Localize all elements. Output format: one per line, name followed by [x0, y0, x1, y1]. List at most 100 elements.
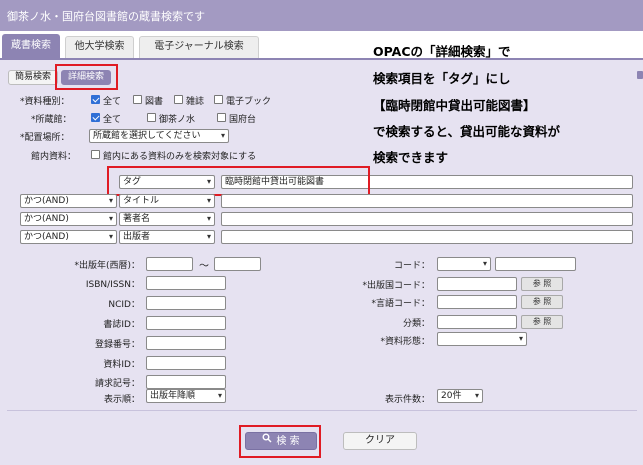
classification-input[interactable] — [437, 315, 517, 329]
side-toggle-button[interactable] — [637, 71, 643, 79]
classification-ref-button[interactable]: 参 照 — [521, 315, 563, 329]
pub-year-separator: 〜 — [199, 261, 209, 272]
in-library-label: 館内資料： — [31, 152, 77, 162]
code-type-select[interactable]: ▾ — [437, 257, 491, 271]
row3-field-value: 著者名 — [123, 214, 151, 224]
classification-label: 分類： — [402, 319, 430, 329]
annotation-line-5: 検索できます — [373, 150, 449, 165]
form-label: *資料形態： — [380, 337, 430, 347]
library-ochanomizu-checkbox[interactable] — [147, 113, 156, 122]
count-select-value: 20件 — [441, 391, 462, 401]
pub-year-label: *出版年(西暦)： — [74, 261, 140, 271]
call-no-label: 請求記号： — [94, 379, 140, 389]
row3-operator-value: かつ(AND) — [24, 214, 69, 224]
in-library-checkbox-label: 館内にある資料のみを検索対象にする — [103, 152, 257, 162]
material-book-label: 図書 — [145, 97, 164, 107]
row3-field-select[interactable]: 著者名 ▾ — [119, 212, 215, 226]
tab-catalog-search[interactable]: 蔵書検索 — [2, 34, 60, 58]
biblio-id-label: 書誌ID： — [103, 320, 140, 330]
in-library-checkbox[interactable] — [91, 150, 100, 159]
chevron-down-icon: ▾ — [518, 334, 523, 343]
annotation-line-3: 【臨時閉館中貸出可能図書】 — [373, 98, 536, 113]
chevron-down-icon: ▾ — [220, 131, 225, 140]
row2-operator-select[interactable]: かつ(AND) ▾ — [20, 194, 117, 208]
chevron-down-icon: ▾ — [108, 214, 113, 223]
divider — [7, 410, 637, 411]
tab-other-university[interactable]: 他大学検索 — [65, 36, 134, 58]
lang-code-ref-button[interactable]: 参 照 — [521, 295, 563, 309]
highlight-detailed-search — [55, 64, 118, 90]
row4-field-value: 出版者 — [123, 232, 151, 242]
sort-select-value: 出版年降順 — [150, 391, 196, 401]
window-title: 御茶ノ水・国府台図書館の蔵書検索です — [7, 10, 205, 23]
simple-search-button[interactable]: 簡易検索 — [8, 70, 58, 85]
row4-operator-value: かつ(AND) — [24, 232, 69, 242]
material-type-label: *資料種別： — [20, 97, 70, 107]
location-select-value: 所蔵館を選択してください — [93, 131, 201, 141]
material-id-input[interactable] — [146, 356, 226, 370]
reg-no-input[interactable] — [146, 336, 226, 350]
country-code-ref-button[interactable]: 参 照 — [521, 277, 563, 291]
biblio-id-input[interactable] — [146, 316, 226, 330]
library-ochanomizu-label: 御茶ノ水 — [159, 115, 196, 125]
material-id-label: 資料ID： — [103, 360, 140, 370]
count-select[interactable]: 20件 ▾ — [437, 389, 483, 403]
location-select[interactable]: 所蔵館を選択してください ▾ — [89, 129, 229, 143]
chevron-down-icon: ▾ — [474, 391, 479, 400]
tab-e-journal[interactable]: 電子ジャーナル検索 — [139, 36, 259, 58]
code-label: コード： — [393, 261, 430, 271]
location-label: *配置場所： — [20, 133, 70, 143]
chevron-down-icon: ▾ — [206, 214, 211, 223]
sort-select[interactable]: 出版年降順 ▾ — [146, 389, 226, 403]
form-select[interactable]: ▾ — [437, 332, 527, 346]
pub-year-from-input[interactable] — [146, 257, 193, 271]
chevron-down-icon: ▾ — [108, 196, 113, 205]
row4-operator-select[interactable]: かつ(AND) ▾ — [20, 230, 117, 244]
row4-keyword-input[interactable] — [221, 230, 633, 244]
material-ebook-label: 電子ブック — [226, 97, 272, 107]
chevron-down-icon: ▾ — [206, 196, 211, 205]
isbn-label: ISBN/ISSN： — [85, 280, 140, 290]
row2-keyword-input[interactable] — [221, 194, 633, 208]
library-konodai-label: 国府台 — [229, 115, 257, 125]
material-ebook-checkbox[interactable] — [214, 95, 223, 104]
title-bar: 御茶ノ水・国府台図書館の蔵書検索です — [0, 0, 643, 31]
country-code-label: *出版国コード： — [362, 281, 430, 291]
sort-label: 表示順： — [103, 395, 140, 405]
material-all-label: 全て — [103, 97, 122, 107]
library-label: *所蔵館： — [31, 115, 72, 125]
chevron-down-icon: ▾ — [108, 232, 113, 241]
material-book-checkbox[interactable] — [133, 95, 142, 104]
tab-strip: 蔵書検索 他大学検索 電子ジャーナル検索 — [0, 31, 643, 58]
isbn-input[interactable] — [146, 276, 226, 290]
row3-keyword-input[interactable] — [221, 212, 633, 226]
chevron-down-icon: ▾ — [206, 232, 211, 241]
chevron-down-icon: ▾ — [482, 259, 487, 268]
call-no-input[interactable] — [146, 375, 226, 389]
material-journal-label: 雑誌 — [186, 97, 205, 107]
country-code-input[interactable] — [437, 277, 517, 291]
row2-field-value: タイトル — [123, 196, 160, 206]
library-all-checkbox[interactable] — [91, 113, 100, 122]
clear-button[interactable]: クリア — [343, 432, 417, 450]
annotation-line-4: で検索すると、貸出可能な資料が — [373, 124, 561, 139]
row4-field-select[interactable]: 出版者 ▾ — [119, 230, 215, 244]
row2-field-select[interactable]: タイトル ▾ — [119, 194, 215, 208]
row3-operator-select[interactable]: かつ(AND) ▾ — [20, 212, 117, 226]
lang-code-input[interactable] — [437, 295, 517, 309]
material-all-checkbox[interactable] — [91, 95, 100, 104]
code-input[interactable] — [495, 257, 576, 271]
reg-no-label: 登録番号： — [94, 340, 140, 350]
count-label: 表示件数： — [384, 395, 430, 405]
chevron-down-icon: ▾ — [217, 391, 222, 400]
annotation-line-1: OPACの「詳細検索」で — [373, 44, 511, 59]
ncid-input[interactable] — [146, 296, 226, 310]
highlight-search-button — [239, 425, 321, 458]
highlight-tag-row — [107, 166, 370, 196]
library-konodai-checkbox[interactable] — [217, 113, 226, 122]
ncid-label: NCID： — [108, 300, 140, 310]
lang-code-label: *言語コード： — [371, 299, 430, 309]
row2-operator-value: かつ(AND) — [24, 196, 69, 206]
material-journal-checkbox[interactable] — [174, 95, 183, 104]
pub-year-to-input[interactable] — [214, 257, 261, 271]
